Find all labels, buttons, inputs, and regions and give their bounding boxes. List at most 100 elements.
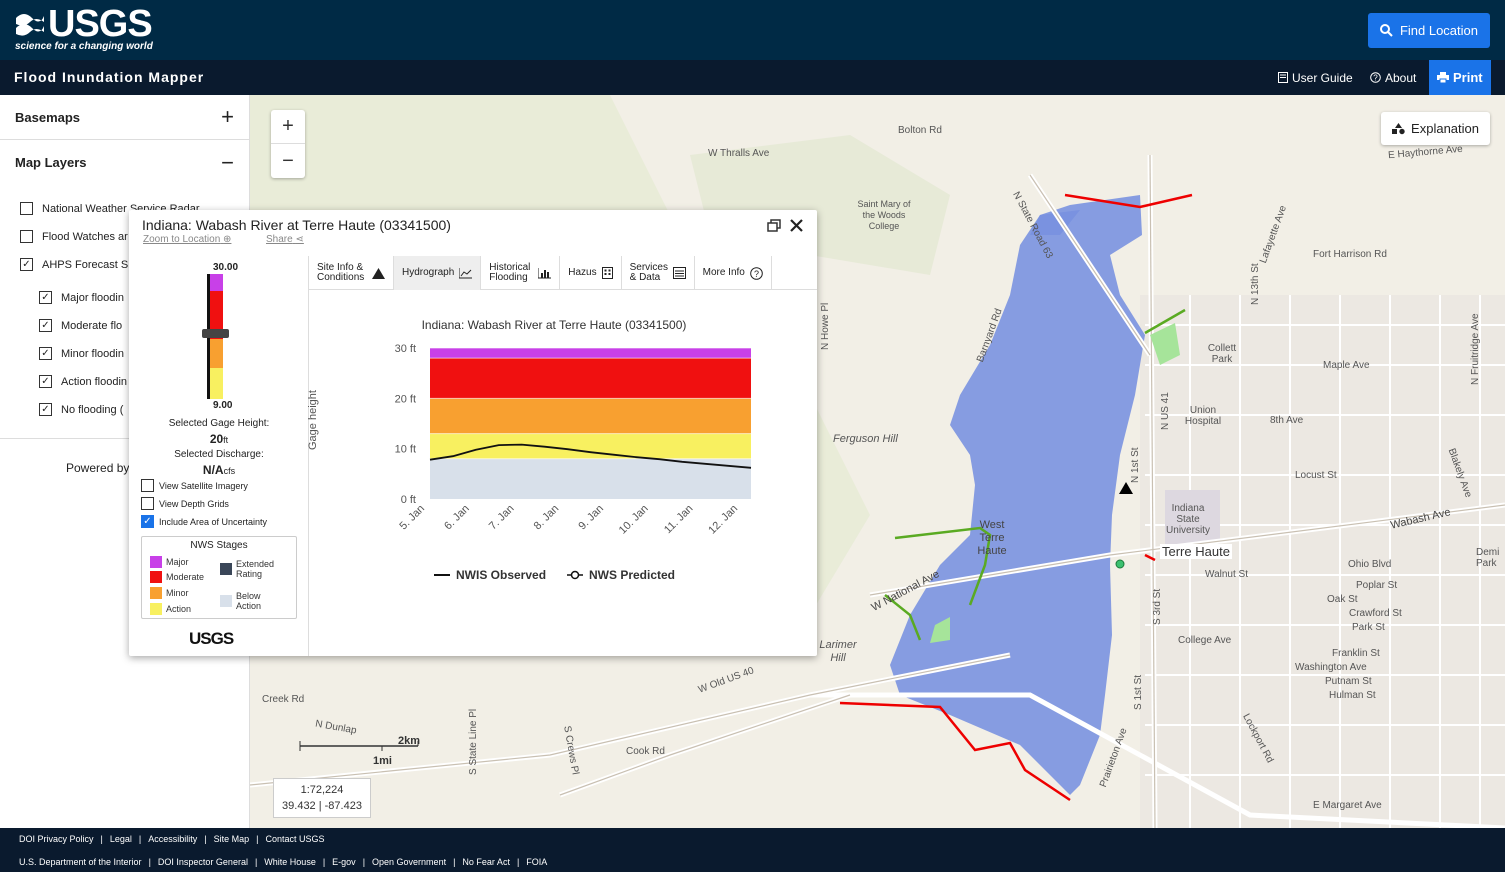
tab-more-info[interactable]: More Info? [695,256,772,290]
plus-icon[interactable]: + [221,104,234,130]
predicted-line-swatch [567,570,583,580]
map-label: N US 41 [1160,392,1171,430]
share-link[interactable]: Share ⋖ [266,234,304,245]
sublayer-checkbox[interactable]: ✓ [39,375,52,388]
footer-link[interactable]: White House [257,857,323,867]
explanation-label: Explanation [1411,121,1479,136]
close-icon[interactable] [790,219,803,232]
legend-label: Extended Rating [236,559,275,579]
sublayer-checkbox[interactable]: ✓ [39,403,52,416]
explanation-button[interactable]: Explanation [1381,112,1490,145]
depth-grids-option[interactable]: View Depth Grids [141,497,229,510]
x-tick-label: 9. Jan [576,503,606,533]
map-label: N Fruitridge Ave [1470,313,1481,385]
layer-checkbox[interactable] [20,202,33,215]
map-label: N 1st St [1130,447,1141,483]
selected-gage-label: Selected Gage Height: [168,418,270,429]
sublayer-label: Minor floodin [61,347,124,360]
option-checkbox[interactable] [141,497,154,510]
footer-link[interactable]: FOIA [519,857,554,867]
tab-hydrograph[interactable]: Hydrograph [394,256,482,290]
legend-swatch [150,571,162,583]
sublayer-checkbox[interactable]: ✓ [39,291,52,304]
gage-slider-handle[interactable] [202,329,229,338]
warning-triangle-icon [372,267,385,279]
zoom-in-button[interactable]: + [271,110,305,144]
restore-window-icon[interactable] [767,219,781,233]
find-location-button[interactable]: Find Location [1367,13,1490,48]
legend-swatch [220,563,232,575]
svg-text:?: ? [1373,74,1378,83]
x-tick-label: 5. Jan [397,503,427,533]
tab-label: Site Info & Conditions [317,262,365,283]
legend-swatch [150,556,162,568]
uncertainty-option[interactable]: ✓ Include Area of Uncertainty [141,515,267,528]
option-label: View Satellite Imagery [159,480,248,491]
tab-hazus[interactable]: Hazus [560,256,622,290]
about-link[interactable]: ? About [1370,60,1416,95]
building-icon [601,267,613,279]
satellite-option[interactable]: View Satellite Imagery [141,479,248,492]
legend-predicted[interactable]: NWS Predicted [567,568,675,582]
site-footer: DOI Privacy Policy | Legal | Accessibility | S… [0,828,1505,872]
tab-historical-flooding[interactable]: Historical Flooding [481,256,561,290]
footer-link[interactable]: Open Government [365,857,453,867]
stage-band-moderate [430,358,751,399]
footer-row-1: DOI Privacy Policy | Legal | Accessibility | S… [19,834,332,844]
chart-ylabel: Gage height [307,390,319,450]
footer-link[interactable]: Accessibility [141,834,204,844]
stage-band-below-action [430,458,751,499]
user-guide-link[interactable]: User Guide [1278,60,1353,95]
footer-link[interactable]: DOI Inspector General [151,857,255,867]
chart-title: Indiana: Wabash River at Terre Haute (03… [421,318,687,332]
map-label: West Terre Haute [977,519,1007,557]
tab-services-data[interactable]: Services & Data [622,256,695,290]
basemaps-label: Basemaps [15,109,81,125]
legend-label: Action [166,604,192,614]
legend-swatch [150,603,162,615]
footer-link[interactable]: DOI Privacy Policy [19,834,101,844]
sublayer-checkbox[interactable]: ✓ [39,347,52,360]
svg-text:?: ? [754,269,759,279]
layer-ahps[interactable]: ✓ AHPS Forecast Sit [20,258,134,271]
zoom-to-location-link[interactable]: Zoom to Location ⊕ [143,234,231,245]
tab-site-info[interactable]: Site Info & Conditions [309,256,394,290]
map-label: Saint Mary of the Woods College [857,199,911,231]
footer-link[interactable]: No Fear Act [455,857,517,867]
legend-swatch [150,587,162,599]
map-label: Washington Ave [1295,662,1367,673]
option-checkbox[interactable]: ✓ [141,515,154,528]
legend-observed[interactable]: NWIS Observed [434,568,546,582]
footer-link[interactable]: Site Map [207,834,257,844]
footer-link[interactable]: U.S. Department of the Interior [19,857,149,867]
layer-flood-watches[interactable]: Flood Watches ar [20,230,128,243]
sublayer-minor[interactable]: ✓ Minor floodin [39,347,124,360]
selected-gage-unit: ft [223,435,229,445]
legend-swatch [220,595,232,607]
layer-checkbox[interactable] [20,230,33,243]
sublayer-checkbox[interactable]: ✓ [39,319,52,332]
bar-chart-icon [538,267,552,278]
selected-discharge-label: Selected Discharge: [174,449,264,460]
stages-title: NWS Stages [190,540,248,551]
map-label: Fort Harrison Rd [1313,249,1387,260]
sublayer-action[interactable]: ✓ Action floodin [39,375,127,388]
gage-slider[interactable] [202,274,229,399]
footer-link[interactable]: Legal [103,834,139,844]
share-link-label: Share [266,234,293,245]
minus-icon[interactable]: − [221,150,234,176]
layer-checkbox[interactable]: ✓ [20,258,33,271]
usgs-logo[interactable]: USGS science for a changing world [14,5,153,52]
map-coords: 39.432 | -87.423 [282,800,362,812]
zoom-out-button[interactable]: − [271,144,305,178]
sublayer-moderate[interactable]: ✓ Moderate flo [39,319,122,332]
footer-link[interactable]: Contact USGS [258,834,331,844]
y-tick-label: 30 ft [395,343,416,355]
sublayer-major[interactable]: ✓ Major floodin [39,291,124,304]
footer-link[interactable]: E-gov [325,857,363,867]
basemaps-section[interactable]: Basemaps + [0,95,249,140]
option-checkbox[interactable] [141,479,154,492]
sublayer-no-flooding[interactable]: ✓ No flooding ( [39,403,123,416]
map-layers-section[interactable]: Map Layers − [0,140,249,185]
print-button[interactable]: Print [1429,60,1491,95]
